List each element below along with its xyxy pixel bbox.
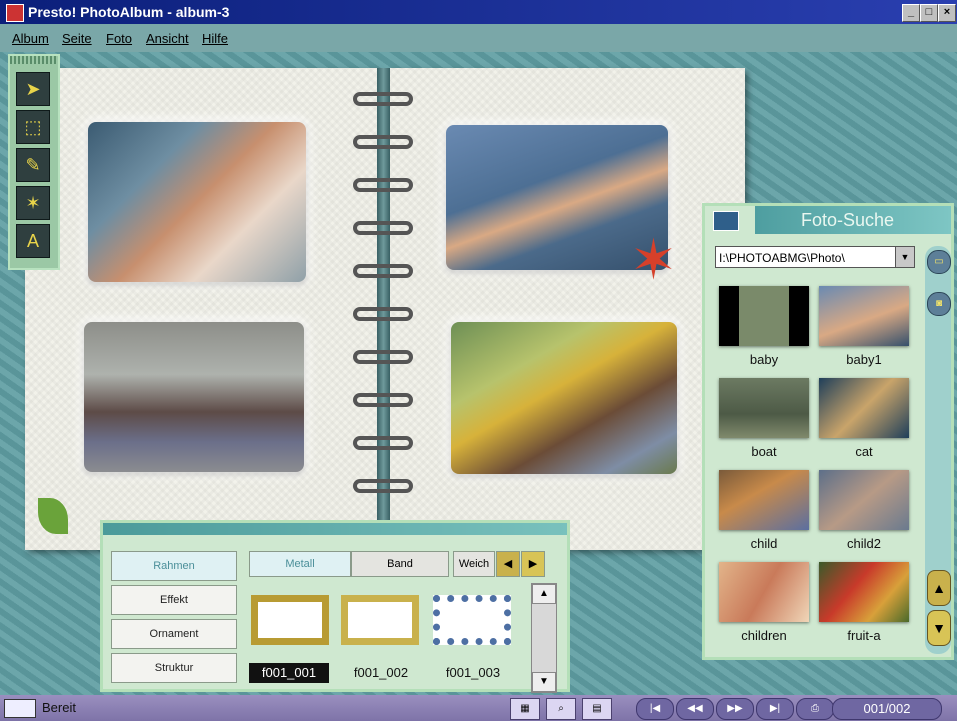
frame-label-1: f001_001: [249, 663, 329, 683]
thumbs-scroll-down-button[interactable]: ▼: [927, 610, 951, 646]
thumb-label-fruit-a: fruit-a: [847, 628, 881, 643]
menu-bar: Album Seite Foto Ansicht Hilfe: [0, 24, 957, 52]
close-button[interactable]: ×: [938, 4, 956, 22]
thumb-label-cat: cat: [855, 444, 873, 459]
frame-palette: Rahmen Effekt Ornament Struktur Metall B…: [100, 520, 570, 693]
tab-metall[interactable]: Metall: [249, 551, 351, 577]
frame-swatch-2[interactable]: [341, 595, 419, 645]
print-icon[interactable]: ⎙: [796, 698, 834, 720]
first-page-icon[interactable]: |◀: [636, 698, 674, 720]
photo-search-header[interactable]: Foto-Suche: [705, 206, 951, 234]
spiral-ring: [353, 479, 413, 493]
scroll-up-button[interactable]: ▲: [532, 584, 556, 604]
camera-button-icon[interactable]: ◙: [927, 292, 951, 316]
title-bar: Presto! PhotoAlbum - album-3 _ □ ×: [0, 0, 957, 24]
category-ornament[interactable]: Ornament: [111, 619, 237, 649]
frame-palette-titlebar[interactable]: [103, 523, 567, 535]
category-rahmen[interactable]: Rahmen: [111, 551, 237, 581]
thumb-label-child2: child2: [847, 536, 881, 551]
album-photo-street-musicians[interactable]: [84, 322, 304, 472]
last-page-icon[interactable]: ▶|: [756, 698, 794, 720]
spiral-ring: [353, 221, 413, 235]
slideshow-icon[interactable]: ▤: [582, 698, 612, 720]
tool-palette-grip[interactable]: [10, 56, 58, 64]
next-page-icon[interactable]: ▶▶: [716, 698, 754, 720]
category-effekt[interactable]: Effekt: [111, 585, 237, 615]
thumb-children[interactable]: [719, 562, 809, 622]
thumb-label-baby1: baby1: [846, 352, 882, 367]
album-photo-kids-animal[interactable]: [451, 322, 677, 474]
spiral-ring: [353, 178, 413, 192]
menu-album[interactable]: Album: [12, 31, 49, 46]
thumb-boat[interactable]: [719, 378, 809, 438]
tab-prev-button[interactable]: ◀: [496, 551, 520, 577]
tab-band[interactable]: Band: [351, 551, 449, 577]
status-text: Bereit: [42, 700, 76, 715]
thumb-child2[interactable]: [819, 470, 909, 530]
maximize-button[interactable]: □: [920, 4, 938, 22]
prev-page-icon[interactable]: ◀◀: [676, 698, 714, 720]
window-title: Presto! PhotoAlbum - album-3: [28, 4, 230, 20]
photo-search-panel: Foto-Suche I:\PHOTOABMG\Photo\ ▼ ▭ ◙ ▲ ▼…: [702, 203, 954, 660]
app-icon[interactable]: [6, 4, 24, 22]
thumb-label-baby: baby: [749, 352, 779, 367]
tool-palette: ➤ ⬚ ✎ ✶ A: [8, 54, 60, 270]
thumbs-scroll-up-button[interactable]: ▲: [927, 570, 951, 606]
frame-swatch-3[interactable]: [433, 595, 511, 645]
tab-next-button[interactable]: ▶: [521, 551, 545, 577]
thumb-fruit-a[interactable]: [819, 562, 909, 622]
node-edit-icon[interactable]: ✶: [16, 186, 50, 220]
photo-folder-icon: [713, 211, 739, 231]
thumb-child[interactable]: [719, 470, 809, 530]
selection-rectangle-icon[interactable]: ⬚: [16, 110, 50, 144]
spiral-ring: [353, 92, 413, 106]
spiral-ring: [353, 436, 413, 450]
spiral-ring: [353, 307, 413, 321]
thumb-baby1[interactable]: [819, 286, 909, 346]
spiral-ring: [353, 393, 413, 407]
thumb-baby[interactable]: [719, 286, 809, 346]
minimize-button[interactable]: _: [902, 4, 920, 22]
category-struktur[interactable]: Struktur: [111, 653, 237, 683]
pointer-arrow-icon[interactable]: ➤: [16, 72, 50, 106]
frame-label-3: f001_003: [445, 665, 501, 680]
frame-label-2: f001_002: [353, 665, 409, 680]
thumb-label-boat: boat: [751, 444, 777, 459]
status-window-icon: [4, 699, 36, 718]
photo-search-title: Foto-Suche: [801, 210, 895, 230]
frame-swatch-1[interactable]: [251, 595, 329, 645]
text-tool-icon[interactable]: A: [16, 224, 50, 258]
page-counter: 001/002: [832, 698, 942, 720]
starfish-ornament-icon[interactable]: ✶: [630, 232, 677, 288]
thumb-label-children: children: [741, 628, 787, 643]
chevron-down-icon[interactable]: ▼: [895, 247, 914, 267]
frame-scrollbar[interactable]: ▲ ▼: [531, 583, 557, 693]
menu-hilfe[interactable]: Hilfe: [202, 31, 228, 46]
folder-path-select[interactable]: I:\PHOTOABMG\Photo\ ▼: [715, 246, 915, 268]
menu-ansicht[interactable]: Ansicht: [146, 31, 189, 46]
folder-button-icon[interactable]: ▭: [927, 250, 951, 274]
tab-weich[interactable]: Weich: [453, 551, 495, 577]
grid-view-icon[interactable]: ▦: [510, 698, 540, 720]
zoom-icon[interactable]: ⌕: [546, 698, 576, 720]
spiral-ring: [353, 350, 413, 364]
thumb-cat[interactable]: [819, 378, 909, 438]
thumb-label-child: child: [750, 536, 778, 551]
folder-path-value: I:\PHOTOABMG\Photo\: [719, 251, 845, 265]
spiral-ring: [353, 135, 413, 149]
menu-seite[interactable]: Seite: [62, 31, 92, 46]
status-bar: Bereit ▦ ⌕ ▤ |◀ ◀◀ ▶▶ ▶| ⎙ 001/002: [0, 695, 957, 721]
menu-foto[interactable]: Foto: [106, 31, 132, 46]
pencil-icon[interactable]: ✎: [16, 148, 50, 182]
spiral-ring: [353, 264, 413, 278]
album-photo-mother-child[interactable]: [88, 122, 306, 282]
scroll-down-button[interactable]: ▼: [532, 672, 556, 692]
